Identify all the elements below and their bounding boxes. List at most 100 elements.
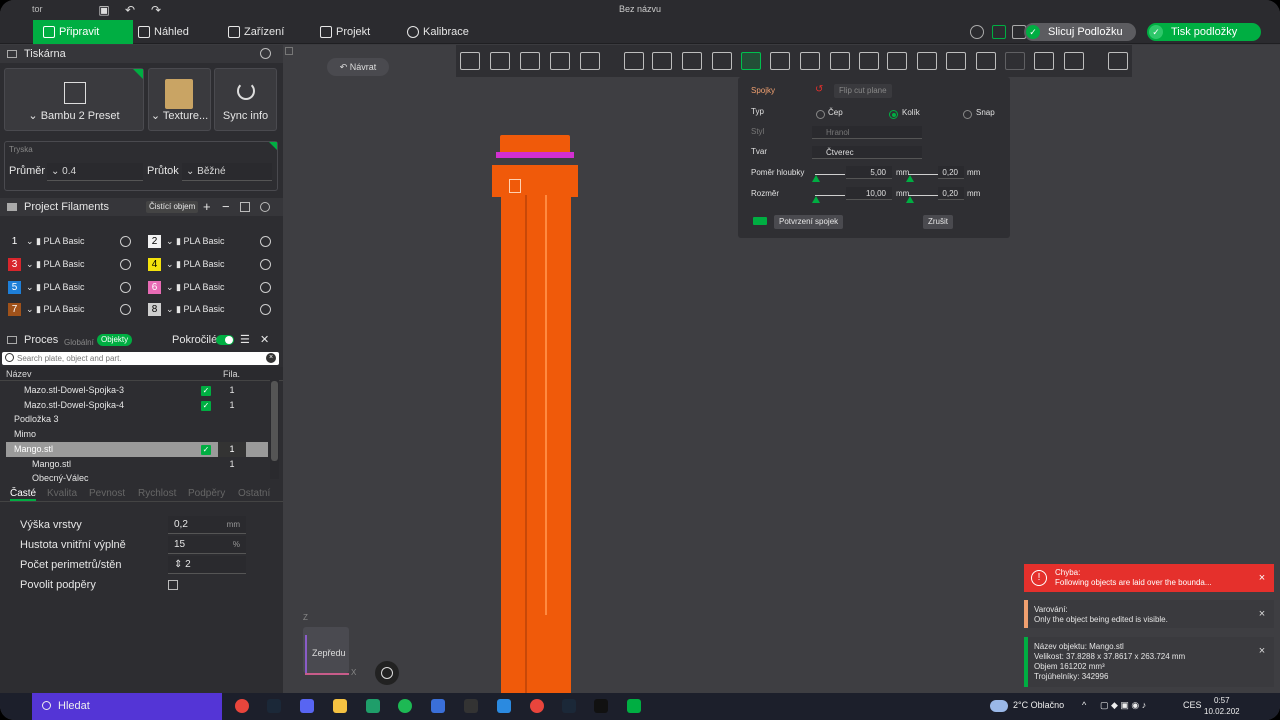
spotify-icon[interactable] [398,699,412,713]
flow-select[interactable]: ⌄ Běžné [182,163,272,181]
remove-icon[interactable]: − [222,198,230,216]
check-icon[interactable]: ✓ [201,444,211,455]
filament-edit-icon[interactable] [260,236,271,247]
parameter-input[interactable]: ⇕ 2 [168,556,246,574]
process-tab[interactable]: Rychlost [138,488,176,499]
process-tab[interactable]: Ostatní [238,488,270,499]
tree-item[interactable]: Podložka 3 [6,412,268,427]
printer-preset-card[interactable]: ⌄ Bambu 2 Preset [4,68,144,131]
settings-icon[interactable] [970,25,984,39]
filament-slot[interactable]: 6 ⌄ ▮ PLA Basic [148,279,274,297]
filament-slot[interactable]: 7 ⌄ ▮ PLA Basic [8,301,134,319]
arrange-icon[interactable] [550,52,570,70]
tree-item[interactable]: Mazo.stl-Dowel-Spojka-4 ✓ 1 [6,398,268,413]
filament-slot[interactable]: 2 ⌄ ▮ PLA Basic [148,233,274,251]
depth-tolerance-input[interactable]: 0,20 [938,166,964,179]
clock-date[interactable]: 10.02.202 [1204,707,1240,716]
chrome-alt-icon[interactable] [530,699,544,713]
filament-edit-icon[interactable] [120,304,131,315]
depth-input[interactable]: 5,00 [846,166,892,179]
github-icon[interactable] [464,699,478,713]
filament-edit-icon[interactable] [260,304,271,315]
taskbar-search[interactable]: Hledat [32,693,222,720]
sync-filament-icon[interactable] [240,202,250,212]
mesh-icon[interactable] [887,52,907,70]
filament-index[interactable]: 1 [218,383,246,398]
collapse-sidebar-icon[interactable] [285,47,293,55]
keyboard-icon[interactable] [753,217,767,225]
shape-select[interactable]: Čtverec [812,146,922,159]
filament-slot[interactable]: 8 ⌄ ▮ PLA Basic [148,301,274,319]
size-tolerance-input[interactable]: 0,20 [938,187,964,200]
wrench-icon[interactable]: ✕ [260,331,269,349]
rotate-icon[interactable] [652,52,672,70]
tree-item[interactable]: Obecný-Válec [6,471,268,486]
steam-alt-icon[interactable] [562,699,576,713]
close-icon[interactable]: × [1256,572,1268,584]
emboss-icon[interactable] [1034,52,1054,70]
orient-icon[interactable] [520,52,540,70]
back-button[interactable]: ↶ Návrat [327,58,389,76]
bambu-studio-icon[interactable] [627,699,641,713]
advanced-toggle[interactable] [216,335,234,345]
size-tol-slider-handle[interactable] [906,196,914,203]
object-search-box[interactable]: × [2,352,279,365]
move-icon[interactable] [624,52,644,70]
tray-chevron-icon[interactable]: ^ [1082,700,1086,710]
depth-slider-handle[interactable] [812,175,820,182]
diameter-select[interactable]: ⌄ 0.4 [47,163,143,181]
filament-slot[interactable]: 3 ⌄ ▮ PLA Basic [8,256,134,274]
language-indicator[interactable]: CES [1183,700,1202,710]
layers-icon[interactable] [976,52,996,70]
clock-time[interactable]: 0:57 [1214,696,1230,705]
tab-calibration[interactable]: Kalibrace [397,20,487,44]
ccleaner-icon[interactable] [431,699,445,713]
split-icon[interactable] [580,52,600,70]
flush-volume-button[interactable]: Čistící objem [146,201,199,213]
seam-icon[interactable] [1005,52,1025,70]
filament-slot[interactable]: 4 ⌄ ▮ PLA Basic [148,256,274,274]
flip-icon[interactable]: ↺ [815,84,823,95]
process-tab[interactable]: Pevnost [89,488,125,499]
add-icon[interactable]: + [203,198,211,216]
tab-project[interactable]: Projekt [310,20,390,44]
steam-icon[interactable] [267,699,281,713]
size-slider-handle[interactable] [812,196,820,203]
scrollbar-thumb[interactable] [271,381,278,461]
check-icon[interactable]: ✓ [201,400,211,411]
process-tab[interactable]: Kvalita [47,488,77,499]
cut-icon[interactable] [741,52,761,70]
confirm-connectors-button[interactable]: Potvrzení spojek [774,215,844,229]
list-icon[interactable]: ☰ [240,331,250,349]
add-object-icon[interactable] [460,52,480,70]
gear-icon[interactable] [260,48,271,59]
slice-plate-button[interactable]: ✓ Slicuj Podložku [1024,23,1136,41]
filament-edit-icon[interactable] [260,259,271,270]
tree-item[interactable]: Mango.stl 1 [6,457,268,472]
enable-support-checkbox[interactable] [168,580,178,590]
filament-edit-icon[interactable] [260,282,271,293]
sync-info-button[interactable]: Sync info [214,68,277,131]
cancel-button[interactable]: Zrušit [923,215,953,229]
print-plate-button[interactable]: ✓ Tisk podložky [1147,23,1261,41]
filament-edit-icon[interactable] [120,236,131,247]
check-icon[interactable]: ✓ [201,386,211,396]
parameter-input[interactable]: 0,2 mm [168,516,246,534]
measure-icon[interactable] [1064,52,1084,70]
close-icon[interactable]: × [1256,645,1268,657]
tree-item[interactable]: Mango.stl ✓ 1 [6,441,268,457]
grid-icon[interactable] [490,52,510,70]
style-select[interactable]: Hranol [812,126,922,139]
support-paint-icon[interactable] [800,52,820,70]
tree-item[interactable]: Mazo.stl-Dowel-Spojka-3 ✓ 1 [6,383,268,398]
tree-scrollbar[interactable] [270,367,279,479]
tray-icons[interactable]: ▢ ◆ ▣ ◉ ♪ [1100,700,1146,711]
lay-flat-icon[interactable] [712,52,732,70]
search-input[interactable] [17,352,257,365]
capcut-icon[interactable] [594,699,608,713]
chrome-icon[interactable] [235,699,249,713]
scale-icon[interactable] [682,52,702,70]
camera-reset-button[interactable] [375,661,399,685]
assembly-icon[interactable] [1108,52,1128,70]
color-paint-icon[interactable] [830,52,850,70]
